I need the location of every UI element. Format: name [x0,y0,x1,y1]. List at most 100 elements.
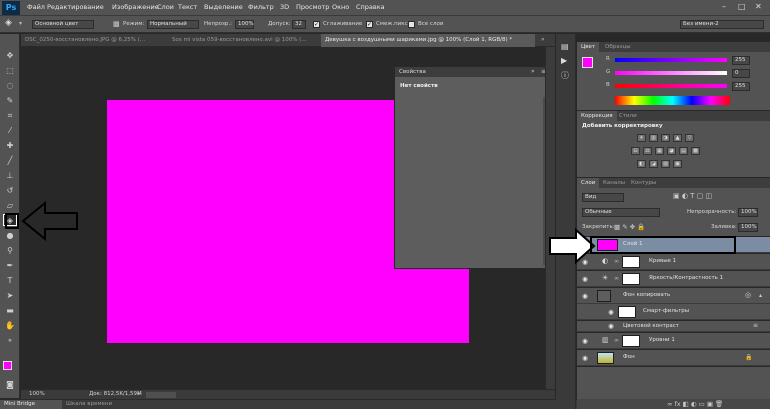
crop-tool-icon[interactable]: ⌗ [3,110,17,122]
layer-row-smart-filters[interactable]: ◉ Смарт-фильтры [577,304,770,320]
layer-row-bg-copy[interactable]: ◉ Фон копировать ◎ ▴ [577,288,770,304]
actions-panel-icon[interactable]: ▶ [561,56,567,65]
menu-type[interactable]: Текст [178,3,197,11]
layer-row-brightness[interactable]: ◉ ☀ ∞ Яркость/Контрастность 1 [577,271,770,287]
history-panel-icon[interactable]: ▤ [561,42,569,51]
menu-filter[interactable]: Фильтр [248,3,274,11]
layer-row-color-contrast[interactable]: ◉ Цветовой контраст ≡ [577,321,770,332]
doc-info[interactable]: Док: 812,5K/1,59M [89,390,142,399]
eye-icon[interactable]: ◉ [607,308,615,316]
menu-help[interactable]: Справка [356,3,385,11]
marquee-tool-icon[interactable]: ⬚ [3,65,17,77]
antialias-checkbox[interactable]: ✓ [313,21,320,28]
eye-icon[interactable]: ◉ [581,354,589,362]
layer-row-levels[interactable]: ◉ ▥ ∞ Уровни 1 [577,333,770,349]
layer-opacity-input[interactable]: 100% [738,208,758,217]
layer-row-background[interactable]: ◉ Фон 🔒 [577,350,770,366]
layer-name[interactable]: Кривые 1 [649,258,676,264]
collapse-icon[interactable]: ▴ [759,292,762,299]
posterize-adjust-icon[interactable]: ◪ [649,160,658,168]
minimize-button[interactable]: – [722,2,726,11]
menu-edit[interactable]: Редактирование [47,3,104,11]
close-button[interactable]: ✕ [755,2,762,11]
layer-name[interactable]: Уровни 1 [649,337,675,343]
zoom-tool-icon[interactable]: ⚬ [3,335,17,347]
healing-brush-tool-icon[interactable]: ✚ [3,140,17,152]
threshold-adjust-icon[interactable]: ▨ [661,160,670,168]
blur-tool-icon[interactable]: ● [3,230,17,242]
filter-options-icon[interactable]: ≡ [753,322,758,329]
opacity-input[interactable]: 100% [235,20,254,29]
foreground-color-swatch[interactable] [3,361,12,370]
eye-icon[interactable]: ◉ [607,322,615,330]
exposure-adjust-icon[interactable]: ▲ [673,134,682,142]
channel-b-input[interactable]: 255 [732,82,750,91]
photo-filter-adjust-icon[interactable]: ◕ [667,147,676,155]
selective-color-adjust-icon[interactable]: ▣ [673,160,682,168]
color-foreground-swatch[interactable] [582,57,593,68]
hue-saturation-adjust-icon[interactable]: ⊟ [631,147,640,155]
maximize-button[interactable]: □ [738,2,746,11]
properties-title[interactable]: Свойства [395,67,551,77]
channel-g-input[interactable]: 0 [732,69,750,78]
hand-tool-icon[interactable]: ✋ [3,320,17,332]
tab-paths[interactable]: Контуры [627,178,660,188]
eraser-tool-icon[interactable]: ▱ [3,200,17,212]
layer-filter-select[interactable]: Вид [582,193,624,202]
chevron-down-icon[interactable]: ▾ [19,20,22,27]
pattern-icon[interactable]: ▩ [113,20,120,28]
quick-mask-icon[interactable]: ◙ [3,379,17,391]
layer-name[interactable]: Фон копировать [623,292,670,298]
canvas-vertical-scrollbar[interactable] [545,47,555,389]
fill-source-select[interactable]: Основной цвет [32,20,94,29]
tab-adjustments[interactable]: Коррекция [577,111,617,121]
invert-adjust-icon[interactable]: ◧ [637,160,646,168]
menu-image[interactable]: Изображение [112,3,159,11]
layer-row-curves[interactable]: ◉ ◐ ∞ Кривые 1 [577,254,770,270]
eye-icon[interactable]: ◉ [581,337,589,345]
brush-tool-icon[interactable]: ╱ [3,155,17,167]
channel-g-slider[interactable] [615,71,727,75]
menu-select[interactable]: Выделение [204,3,243,11]
menu-view[interactable]: Просмотр [296,3,329,11]
doc-tab-sos[interactable]: Sos mi vista 059-восстановлено.avi @ 100… [168,34,318,47]
eyedropper-tool-icon[interactable]: ⁄ [3,125,17,137]
channel-r-slider[interactable] [615,58,727,62]
mode-select[interactable]: Нормальный [147,20,199,29]
menu-layers[interactable]: Слои [157,3,174,11]
collapse-icon[interactable]: » [531,68,535,75]
color-balance-adjust-icon[interactable]: ⚖ [643,147,652,155]
info-panel-icon[interactable]: ⓘ [561,70,569,81]
layer-name[interactable]: Цветовой контраст [623,323,679,329]
tab-color[interactable]: Цвет [577,42,600,52]
zoom-level[interactable]: 100% [29,390,45,399]
curves-adjust-icon[interactable]: ◑ [661,134,670,142]
menu-3d[interactable]: 3D [280,3,289,11]
horizontal-scrollbar[interactable] [146,392,176,398]
status-menu-icon[interactable]: ▸ [138,390,141,399]
lock-options-icon[interactable]: ▩ ✎ ✥ 🔒 [614,223,645,231]
doc-tab-girl-balloons[interactable]: Девушка с воздушными шариками.jpg @ 100%… [321,34,535,47]
blend-mode-select[interactable]: Обычные [582,208,660,217]
dodge-tool-icon[interactable]: ⚲ [3,245,17,257]
tabs-overflow-icon[interactable]: » [541,36,545,43]
tab-layers[interactable]: Слои [577,178,600,188]
brightness-adjust-icon[interactable]: ☀ [637,134,646,142]
menu-window[interactable]: Окно [332,3,349,11]
tab-channels[interactable]: Каналы [599,178,629,188]
clone-stamp-tool-icon[interactable]: ⊥ [3,170,17,182]
history-brush-tool-icon[interactable]: ↺ [3,185,17,197]
layers-footer-icons[interactable]: ∞ fx ◧ ◐ ▭ ▣ 🗑 [577,399,770,409]
tab-swatches[interactable]: Образцы [601,42,635,52]
channel-mixer-adjust-icon[interactable]: ▤ [679,147,688,155]
rectangle-tool-icon[interactable]: ▬ [3,305,17,317]
type-tool-icon[interactable]: T [3,275,17,287]
tolerance-input[interactable]: 32 [292,20,306,29]
layer-name[interactable]: Смарт-фильтры [643,308,689,314]
contiguous-checkbox[interactable]: ✓ [366,21,373,28]
pen-tool-icon[interactable]: ✒ [3,260,17,272]
levels-adjust-icon[interactable]: ▥ [649,134,658,142]
vibrance-adjust-icon[interactable]: ▽ [685,134,694,142]
lasso-tool-icon[interactable]: ◌ [3,80,17,92]
quick-select-tool-icon[interactable]: ✎ [3,95,17,107]
